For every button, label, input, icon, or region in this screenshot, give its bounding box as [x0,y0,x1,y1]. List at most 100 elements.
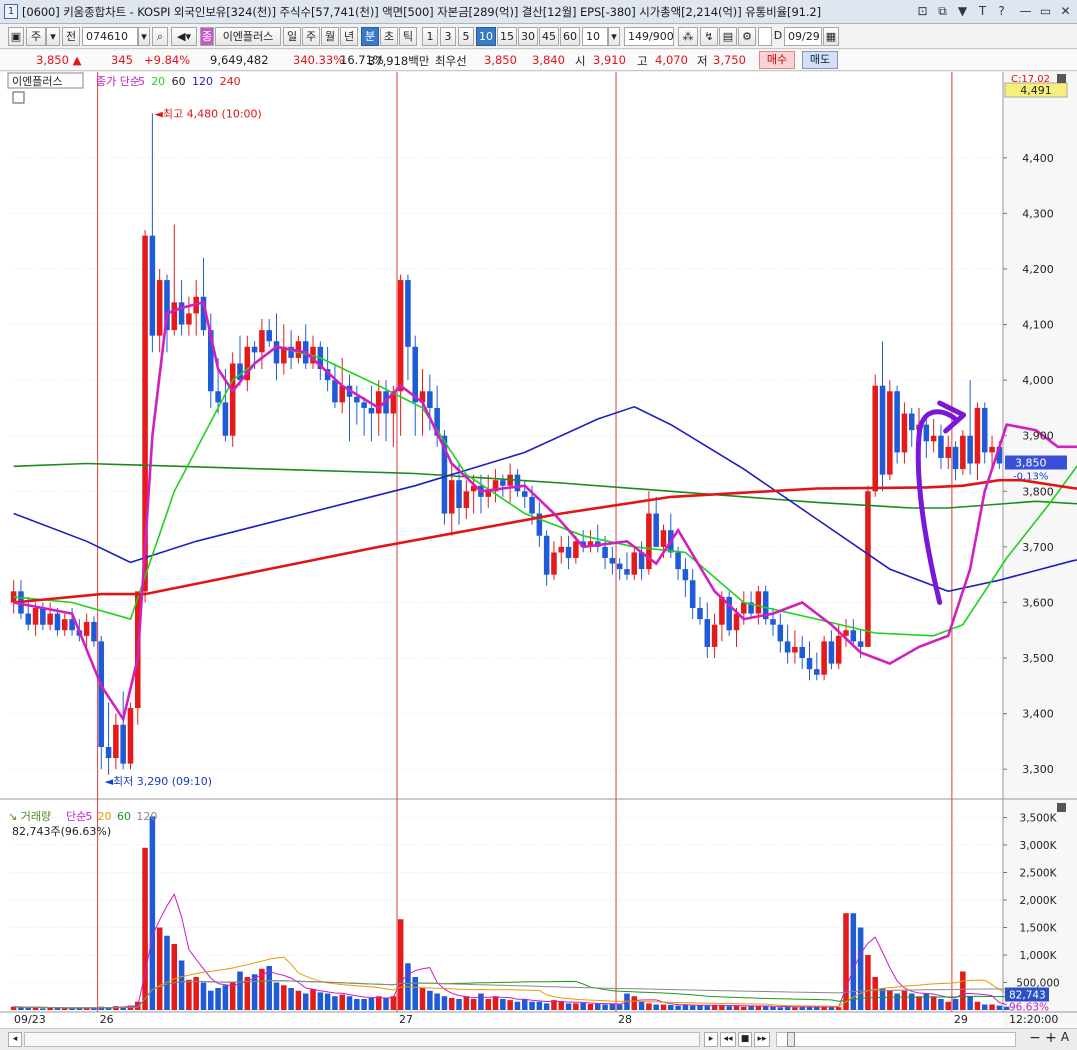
period-year-button[interactable]: 년 [340,27,358,46]
volume-bar [456,999,462,1010]
period-month-button[interactable]: 월 [321,27,339,46]
layout-icon[interactable]: ⊡ [915,3,930,19]
zoom-slider[interactable] [776,1032,1016,1047]
scroll-track[interactable] [24,1032,700,1047]
volume-tick-label: 1,000K [1020,950,1058,962]
help-icon[interactable]: ? [994,3,1009,19]
candle-body [456,480,462,508]
stock-name-field[interactable]: 이엔플러스 [215,27,281,46]
volume-bar [653,1004,659,1010]
volume-bar [485,999,492,1010]
date-input[interactable]: 09/29 [784,27,822,46]
volume-bar [186,979,192,1010]
calendar-icon[interactable]: ▦ [823,27,839,46]
interval-5-button[interactable]: 5 [458,27,474,46]
volume-ratio: 340.33% [293,53,345,67]
price-pane-title: 이엔플러스 [12,75,63,88]
candle-body [565,546,572,558]
volume-bar [470,999,477,1010]
period-day-button[interactable]: 일 [283,27,301,46]
candle-body [40,608,46,625]
volume-pane-close-icon [1057,803,1066,812]
interval-15-button[interactable]: 15 [497,27,517,46]
buy-button[interactable]: 매수 [759,51,795,69]
volume-bar [952,999,959,1010]
settings-icon[interactable]: ⚙ [738,27,756,46]
chart-menu-icon[interactable]: ▣ [8,27,24,46]
minimize-icon[interactable]: — [1018,3,1033,19]
save-icon[interactable]: ▤ [719,27,737,46]
current-price-box-label: 4,491 [1020,84,1052,97]
volume-bar [164,935,170,1010]
scroll-left-icon[interactable]: ◂ [8,1032,22,1047]
zoom-out-icon[interactable]: − [1028,1030,1042,1048]
scope-select[interactable]: 전 [62,27,80,46]
count-field[interactable]: 149/900 [624,27,674,46]
volume-bar [587,1003,594,1010]
draw-tool-icon[interactable]: ↯ [700,27,718,46]
candle-body [660,530,667,547]
interval-input[interactable]: 10 [582,27,608,46]
interval-45-button[interactable]: 45 [539,27,559,46]
candle-body [120,724,126,764]
font-size-icon[interactable]: A [1058,1030,1072,1048]
zoom-in-icon[interactable]: + [1044,1030,1058,1048]
price-tick-label: 3,700 [1022,541,1054,554]
volume-bar [828,1007,835,1010]
price-tick-label: 3,400 [1022,708,1054,721]
volume-bar [229,982,236,1010]
candle-body [930,435,937,442]
chart-svg[interactable]: 이엔플러스 종가 단순5 20 60 120 240 C:17.024,4913,850-0… [0,72,1077,1028]
indicator-icon[interactable]: ⁂ [678,27,698,46]
volume-bar [397,919,404,1010]
scroll-rewind-icon[interactable]: ◂◂ [720,1032,736,1047]
interval-60-button[interactable]: 60 [560,27,580,46]
period-tick-button[interactable]: 틱 [399,27,417,46]
scroll-next-icon[interactable]: ▸ [704,1032,718,1047]
current-price: 3,850 ▲ [36,53,82,67]
candle-body [259,330,265,353]
volume-bar [346,996,353,1010]
period-minute-button[interactable]: 분 [361,27,379,46]
volume-bar [222,985,229,1010]
candle-body [908,413,915,431]
volume-bar [368,997,375,1010]
period-week-button[interactable]: 주 [302,27,320,46]
volume-bar [989,1004,995,1010]
last-price-label: 3,850 [1015,457,1047,470]
volume-bar [981,1004,988,1010]
interval-1-button[interactable]: 1 [422,27,438,46]
volume-bar [930,996,937,1010]
scroll-stop-icon[interactable]: ■ [738,1032,752,1047]
volume-bar [25,1007,32,1010]
maximize-icon[interactable]: ▭ [1038,3,1053,19]
search-icon[interactable]: ⌕ [152,27,168,46]
volume-legend-item: 120 [136,810,157,823]
restore-icon[interactable]: ⧉ [935,3,950,19]
sell-button[interactable]: 매도 [802,51,838,69]
zoom-slider-handle[interactable] [787,1032,795,1047]
window-number[interactable]: 1 [4,4,18,19]
interval-3-button[interactable]: 3 [440,27,456,46]
interval-10-button[interactable]: 10 [476,27,496,46]
date-checkbox[interactable] [758,27,772,46]
stock-code-dropdown-icon[interactable]: ▾ [138,27,150,46]
candle-body [616,563,623,570]
pin-icon[interactable]: ▼ [955,3,970,19]
open-price: 3,910 [593,53,626,67]
market-type-select[interactable]: 주 [26,27,46,46]
scroll-bar[interactable]: ◂ ▸ ◂◂ ■ ▸▸ − + A [0,1028,1077,1050]
chart-area[interactable]: 이엔플러스 종가 단순 5 20 60 120 240 C:17.02 4,491 3,850 -0… [0,72,1077,1032]
text-icon[interactable]: T [975,3,990,19]
candle-body [821,641,827,675]
period-second-button[interactable]: 초 [380,27,398,46]
candle-body [149,235,156,336]
candle-body [704,619,711,647]
market-type-dropdown-icon[interactable]: ▾ [46,27,60,46]
sound-icon[interactable]: ◀▾ [171,27,197,46]
stock-code-input[interactable]: 074610 [82,27,138,46]
close-icon[interactable]: ✕ [1058,3,1073,19]
interval-dropdown-icon[interactable]: ▾ [608,27,620,46]
scroll-forward-icon[interactable]: ▸▸ [754,1032,770,1047]
interval-30-button[interactable]: 30 [518,27,538,46]
